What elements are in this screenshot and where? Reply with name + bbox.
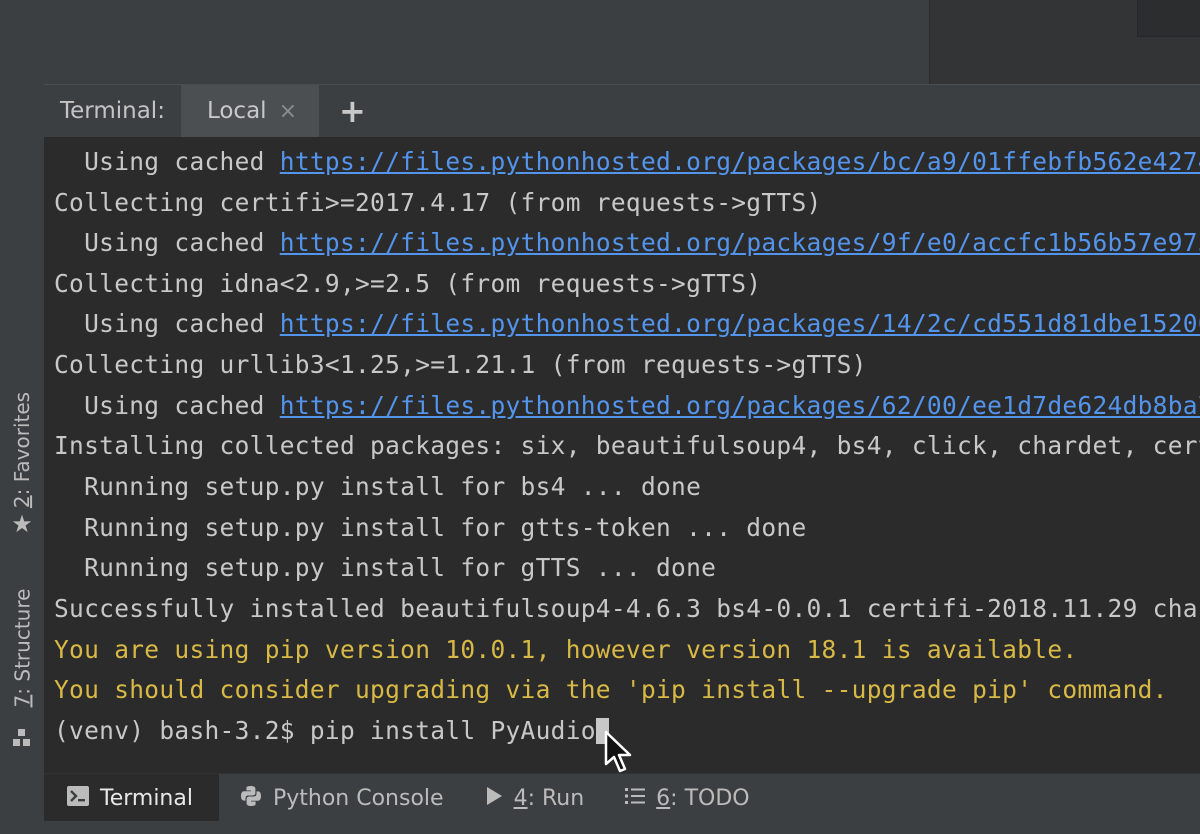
prompt-line[interactable]: (venv) bash-3.2$ pip install PyAudio: [54, 716, 609, 745]
output-line: Running setup.py install for gtts-token …: [54, 513, 807, 542]
tab-todo-label: 6: TODO: [656, 785, 750, 811]
output-line: Installing collected packages: six, beau…: [54, 431, 1200, 460]
tab-terminal[interactable]: Terminal: [44, 774, 219, 822]
package-link[interactable]: https://files.pythonhosted.org/packages/…: [280, 391, 1200, 420]
prompt-command: (venv) bash-3.2$ pip install PyAudio: [54, 716, 596, 745]
left-tool-strip: 2: Favorites ★ 7: Structure: [0, 0, 45, 834]
star-icon: ★: [11, 510, 33, 538]
output-line: Using cached https://files.pythonhosted.…: [54, 309, 1200, 338]
run-icon: [484, 785, 504, 812]
tab-todo[interactable]: 6: TODO: [604, 774, 769, 822]
terminal-output[interactable]: Using cached https://files.pythonhosted.…: [44, 137, 1200, 773]
output-line: Collecting certifi>=2017.4.17 (from requ…: [54, 188, 822, 217]
terminal-title: Terminal:: [60, 98, 165, 124]
output-line: Using cached https://files.pythonhosted.…: [54, 228, 1200, 257]
terminal-header: Terminal: Local × +: [44, 84, 1200, 138]
tab-run[interactable]: 4: Run: [464, 774, 605, 822]
pip-warning-line: You are using pip version 10.0.1, howeve…: [54, 635, 1078, 664]
package-link[interactable]: https://files.pythonhosted.org/packages/…: [280, 228, 1200, 257]
terminal-icon: [66, 785, 90, 812]
structure-tab-label: 7: Structure: [10, 588, 34, 707]
new-session-button[interactable]: +: [339, 85, 366, 137]
output-line: Successfully installed beautifulsoup4-4.…: [54, 594, 1200, 623]
structure-tool-tab[interactable]: 7: Structure: [0, 575, 44, 720]
mouse-pointer-icon: [604, 730, 632, 773]
output-line: Using cached https://files.pythonhosted.…: [54, 147, 1200, 176]
tab-run-label: 4: Run: [513, 785, 585, 811]
output-line: Using cached https://files.pythonhosted.…: [54, 391, 1200, 420]
output-line: Running setup.py install for bs4 ... don…: [54, 472, 702, 501]
tab-terminal-label: Terminal: [100, 785, 193, 811]
tab-python-console[interactable]: Python Console: [219, 774, 464, 822]
editor-area: [44, 0, 1200, 84]
output-line: Running setup.py install for gTTS ... do…: [54, 553, 717, 582]
package-link[interactable]: https://files.pythonhosted.org/packages/…: [280, 147, 1200, 176]
output-line: Collecting idna<2.9,>=2.5 (from requests…: [54, 269, 762, 298]
tab-python-console-label: Python Console: [272, 785, 444, 811]
todo-icon: [624, 786, 646, 811]
structure-icon: [10, 726, 34, 750]
status-bar: [0, 821, 1200, 834]
close-icon[interactable]: ×: [279, 99, 297, 124]
pip-warning-line: You should consider upgrading via the 'p…: [54, 675, 1168, 704]
output-line: Collecting urllib3<1.25,>=1.21.1 (from r…: [54, 350, 867, 379]
tab-local-label: Local: [206, 98, 267, 124]
bottom-tool-bar: Terminal Python Console 4: Run 6: TODO: [44, 773, 1200, 822]
favorites-tab-label: 2: Favorites: [10, 391, 35, 509]
editor-side-panel: [929, 0, 1200, 84]
python-icon: [239, 784, 263, 813]
panel-corner: [1137, 0, 1200, 37]
tab-local[interactable]: Local ×: [180, 85, 320, 137]
package-link[interactable]: https://files.pythonhosted.org/packages/…: [280, 309, 1200, 338]
